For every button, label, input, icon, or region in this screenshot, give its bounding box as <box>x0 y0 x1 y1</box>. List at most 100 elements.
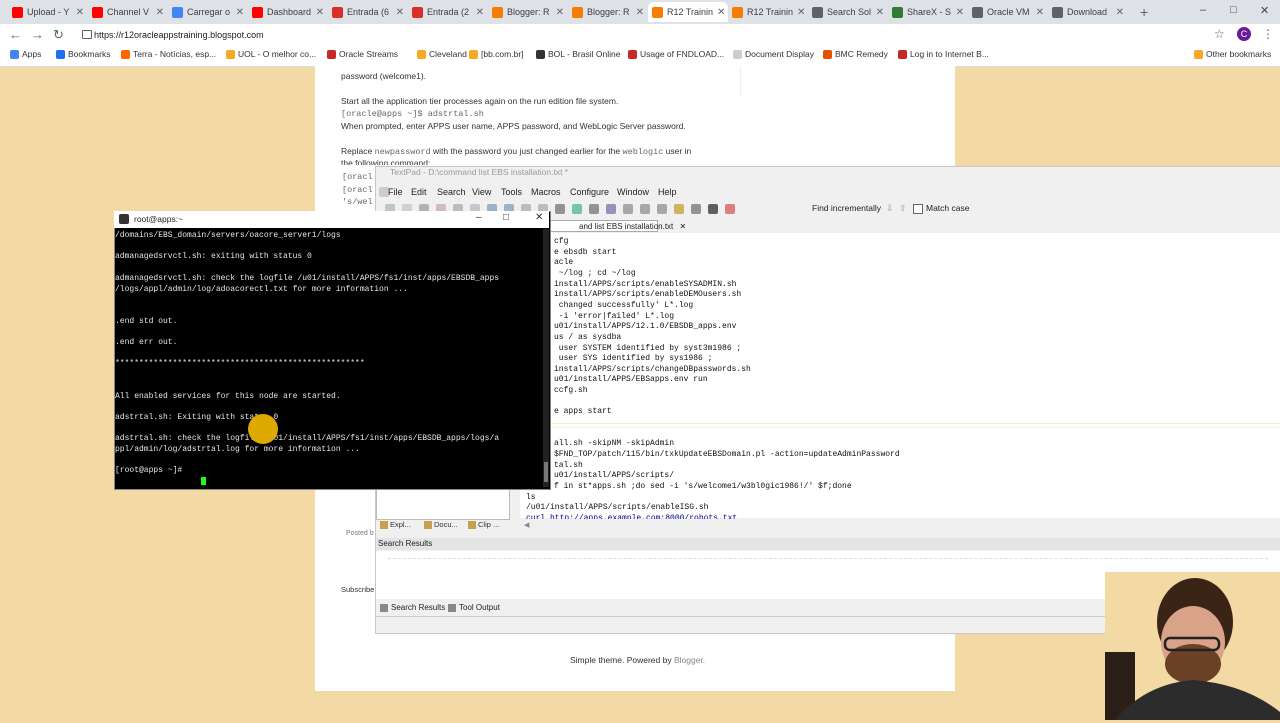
close-tab-icon[interactable]: ✕ <box>636 7 644 18</box>
close-tab-icon[interactable]: ✕ <box>797 7 805 18</box>
back-icon[interactable]: ← <box>9 27 22 42</box>
terminal-maximize-icon[interactable]: □ <box>503 212 509 223</box>
side-tab[interactable]: Expl... <box>380 520 411 530</box>
menu-view[interactable]: View <box>472 187 491 197</box>
browser-tab[interactable]: Oracle VM ✕ <box>968 2 1048 22</box>
address-input[interactable]: https://r12oracleappstraining.blogspot.c… <box>80 27 1214 43</box>
blog-text-replace: Replace newpassword with the password yo… <box>341 146 691 157</box>
toolbar-button-icon[interactable] <box>606 204 616 214</box>
menu-macros[interactable]: Macros <box>531 187 561 197</box>
close-tab-icon[interactable]: ✕ <box>556 7 564 18</box>
terminal-scroll-thumb[interactable] <box>544 462 548 482</box>
terminal-line: /logs/appl/admin/log/adoacorectl.txt for… <box>115 284 408 294</box>
close-tab-icon[interactable]: ✕ <box>680 222 687 231</box>
bookmark-item[interactable]: UOL - O melhor co... <box>226 49 316 59</box>
browser-tab[interactable]: Entrada (6 ✕ <box>328 2 408 22</box>
close-window-icon[interactable]: ✕ <box>1260 4 1269 17</box>
menu-tools[interactable]: Tools <box>501 187 522 197</box>
find-down-icon[interactable]: ⇩ <box>886 203 894 214</box>
bottom-tab[interactable]: Tool Output <box>448 603 500 612</box>
find-incrementally-field[interactable]: Find incrementally <box>812 203 881 213</box>
match-case-checkbox[interactable] <box>913 204 923 214</box>
toolbar-button-icon[interactable] <box>589 204 599 214</box>
bookmark-item[interactable]: [bb.com.br] <box>469 49 524 59</box>
bookmark-item[interactable]: Document Display <box>733 49 814 59</box>
browser-tab[interactable]: Blogger: R ✕ <box>568 2 648 22</box>
toolbar-button-icon[interactable] <box>555 204 565 214</box>
menu-help[interactable]: Help <box>658 187 677 197</box>
close-tab-icon[interactable]: ✕ <box>1036 7 1044 18</box>
browser-tab[interactable]: Dashboard ✕ <box>248 2 328 22</box>
blog-code-fragment: [oracl <box>342 185 373 195</box>
menu-configure[interactable]: Configure <box>570 187 609 197</box>
close-tab-icon[interactable]: ✕ <box>876 7 884 18</box>
toolbar-button-icon[interactable] <box>691 204 701 214</box>
editor-line: install/APPS/scripts/enableDEMOusers.sh <box>554 290 742 300</box>
menu-kebab-icon[interactable]: ⋮ <box>1262 27 1274 41</box>
browser-tab[interactable]: R12 Trainin ✕ <box>728 2 808 22</box>
close-tab-icon[interactable]: ✕ <box>156 7 164 18</box>
browser-tab[interactable]: Download ✕ <box>1048 2 1128 22</box>
minimize-icon[interactable]: – <box>1200 4 1206 16</box>
terminal-line: admanagedsrvctl.sh: exiting with status … <box>115 252 312 262</box>
close-tab-icon[interactable]: ✕ <box>316 7 324 18</box>
browser-tab[interactable]: Channel V ✕ <box>88 2 168 22</box>
reload-icon[interactable]: ↻ <box>53 27 64 43</box>
bookmark-item[interactable]: BOL - Brasil Online <box>536 49 620 59</box>
close-tab-icon[interactable]: ✕ <box>76 7 84 18</box>
bookmark-item[interactable]: Apps <box>10 49 41 59</box>
blogger-link[interactable]: Blogger. <box>674 655 705 665</box>
close-tab-icon[interactable]: ✕ <box>396 7 404 18</box>
browser-tab[interactable]: Search Sol ✕ <box>808 2 888 22</box>
toolbar-button-icon[interactable] <box>572 204 582 214</box>
bookmark-item[interactable]: Other bookmarks <box>1194 49 1271 59</box>
toolbar-button-icon[interactable] <box>725 204 735 214</box>
document-tab[interactable]: and list EBS installation.txt ✕ <box>548 220 686 232</box>
toolbar-button-icon[interactable] <box>708 204 718 214</box>
maximize-icon[interactable]: □ <box>1230 4 1237 16</box>
terminal-minimize-icon[interactable]: – <box>476 212 482 223</box>
browser-tab-label: Blogger: R <box>587 7 630 17</box>
bookmark-item[interactable]: BMC Remedy <box>823 49 888 59</box>
scroll-left-icon[interactable]: ◀ <box>524 521 529 529</box>
menu-file[interactable]: File <box>388 187 403 197</box>
browser-tab[interactable]: Blogger: R ✕ <box>488 2 568 22</box>
bookmark-item[interactable]: Bookmarks <box>56 49 111 59</box>
close-tab-icon[interactable]: ✕ <box>476 7 484 18</box>
toolbar-button-icon[interactable] <box>674 204 684 214</box>
browser-tab[interactable]: ShareX - S ✕ <box>888 2 968 22</box>
toolbar-button-icon[interactable] <box>623 204 633 214</box>
close-tab-icon[interactable]: ✕ <box>236 7 244 18</box>
menu-window[interactable]: Window <box>617 187 649 197</box>
forward-icon[interactable]: → <box>31 27 44 42</box>
menu-edit[interactable]: Edit <box>411 187 427 197</box>
bookmark-item[interactable]: Oracle Streams <box>327 49 398 59</box>
close-tab-icon[interactable]: ✕ <box>956 7 964 18</box>
terminal-scrollbar[interactable] <box>543 229 549 487</box>
profile-avatar[interactable]: C <box>1237 27 1251 41</box>
horizontal-scrollbar[interactable]: ◀ <box>520 519 1280 531</box>
close-tab-icon[interactable]: ✕ <box>717 7 725 18</box>
menu-search[interactable]: Search <box>437 187 466 197</box>
browser-tab-label: Upload - Y <box>27 7 70 17</box>
terminal-close-icon[interactable]: ✕ <box>535 212 543 223</box>
bookmark-label: BMC Remedy <box>835 49 888 59</box>
bottom-tab[interactable]: Search Results <box>380 603 445 612</box>
new-tab-button[interactable]: + <box>1140 4 1148 20</box>
browser-tab[interactable]: Carregar o ✕ <box>168 2 248 22</box>
toolbar-button-icon[interactable] <box>657 204 667 214</box>
close-tab-icon[interactable]: ✕ <box>1116 7 1124 18</box>
toolbar-button-icon[interactable] <box>640 204 650 214</box>
side-tab[interactable]: Docu... <box>424 520 458 530</box>
side-tab[interactable]: Clip ... <box>468 520 499 530</box>
bookmark-item[interactable]: Terra - Notícias, esp... <box>121 49 216 59</box>
bookmark-item[interactable]: Cleveland <box>417 49 467 59</box>
bookmark-star-icon[interactable]: ☆ <box>1214 27 1225 41</box>
browser-tab[interactable]: R12 Trainin ✕ <box>648 2 728 22</box>
find-up-icon[interactable]: ⇧ <box>899 203 907 214</box>
browser-tab[interactable]: Upload - Y ✕ <box>8 2 88 22</box>
browser-tab[interactable]: Entrada (2 ✕ <box>408 2 488 22</box>
bookmark-item[interactable]: Usage of FNDLOAD... <box>628 49 724 59</box>
bookmark-item[interactable]: Log in to Internet B... <box>898 49 989 59</box>
blog-subscribe-link[interactable]: Subscribe <box>341 585 374 594</box>
